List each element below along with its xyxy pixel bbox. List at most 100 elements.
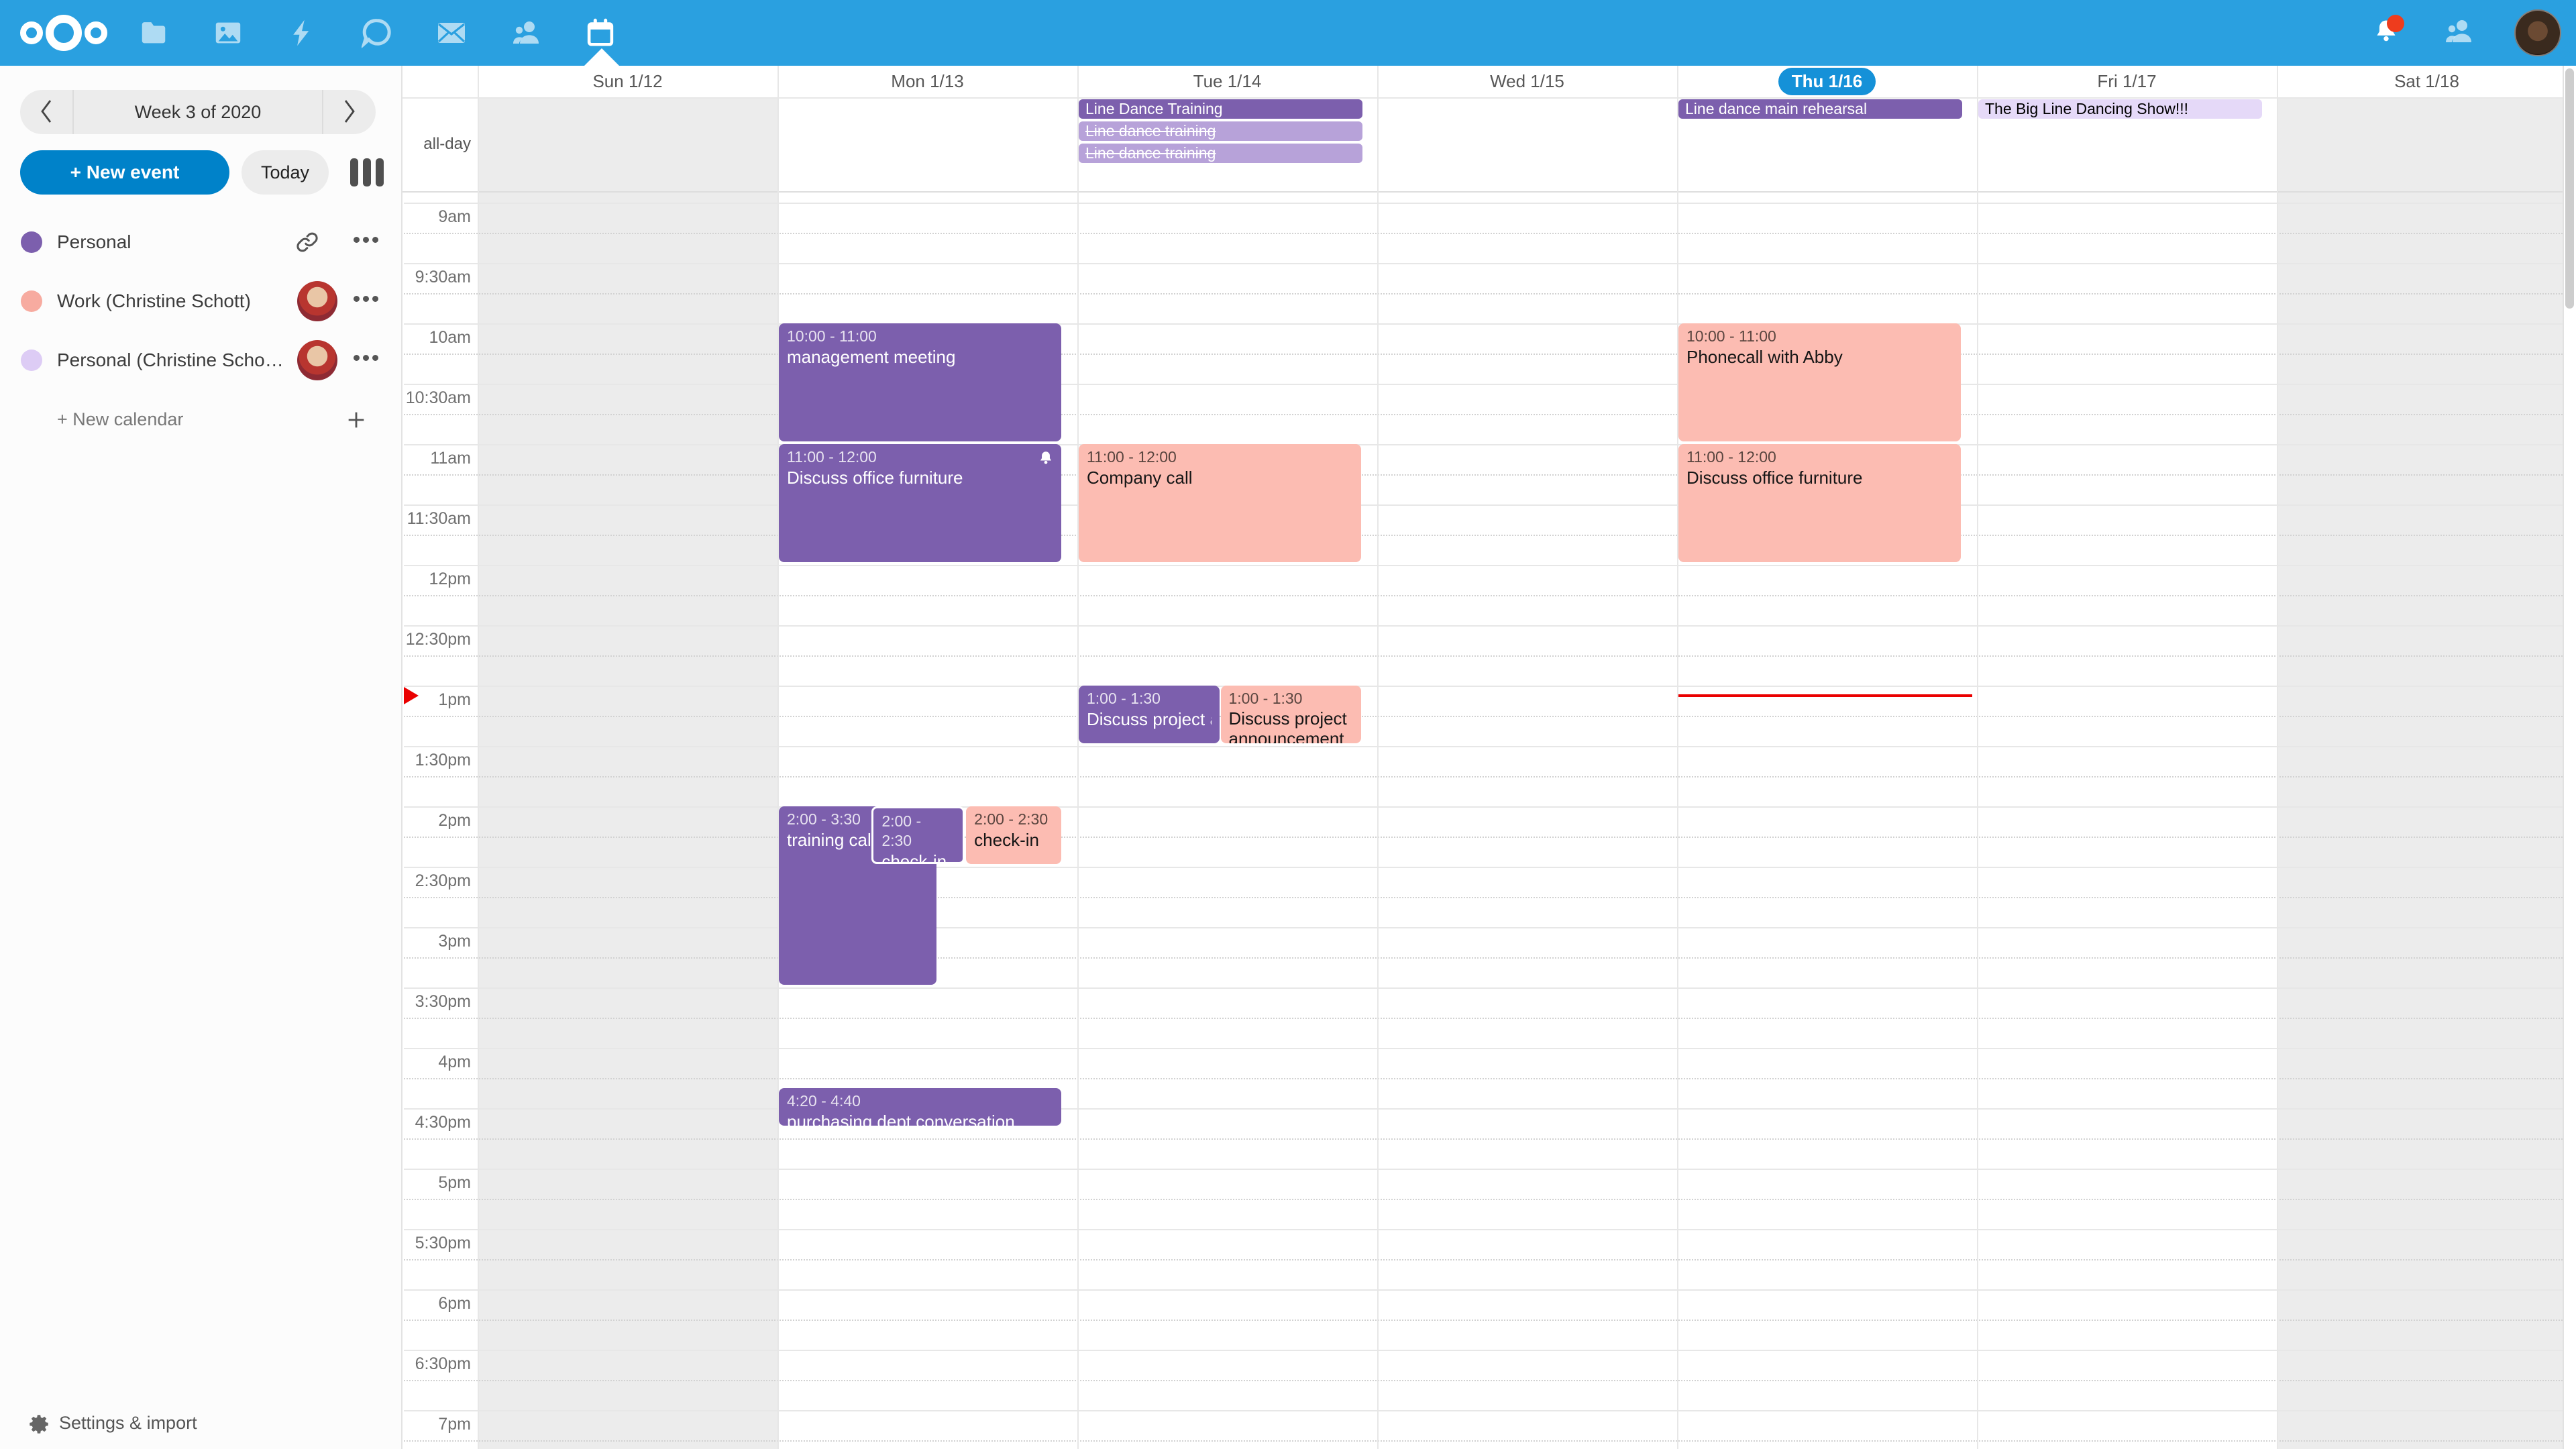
column-divider	[2277, 66, 2278, 1449]
app-talk[interactable]	[361, 17, 393, 49]
time-label: 1:30pm	[404, 751, 471, 770]
new-event-button[interactable]: + New event	[20, 150, 229, 195]
contacts-menu-button[interactable]	[2442, 16, 2475, 50]
plus-icon	[345, 409, 368, 436]
calendar-grid: Sun 1/12Mon 1/13 Tue 1/14 Wed 1/15Thu 1/16…	[402, 66, 2576, 1449]
quarter-hour-gridline	[404, 1018, 2576, 1019]
event-title: check-in	[881, 851, 955, 864]
calendar-actions-menu-icon[interactable]	[354, 237, 378, 243]
half-hour-gridline	[404, 1410, 2576, 1411]
time-label: 12:30pm	[404, 630, 471, 649]
event-title: purchasing dept conversation	[787, 1111, 1053, 1126]
week-navigation: Week 3 of 2020	[20, 90, 376, 134]
quarter-hour-gridline	[404, 1380, 2576, 1381]
week-label[interactable]: Week 3 of 2020	[74, 102, 322, 123]
app-mail[interactable]	[435, 17, 468, 49]
time-label: 12pm	[404, 570, 471, 589]
day-header-label: Tue 1/14	[1193, 71, 1262, 92]
event-title: check-in	[974, 829, 1053, 851]
event[interactable]: 1:00 - 1:30Discuss project announcement	[1221, 686, 1362, 743]
new-calendar-button[interactable]: + New calendar	[0, 398, 402, 445]
today-button[interactable]: Today	[241, 150, 329, 195]
half-hour-gridline	[404, 1169, 2576, 1170]
week-view-toggle-icon[interactable]	[350, 158, 384, 186]
current-time-arrow-icon	[404, 687, 419, 704]
app-photos[interactable]	[212, 17, 244, 49]
time-label: 5pm	[404, 1173, 471, 1193]
settings-import-button[interactable]: Settings & import	[0, 1401, 402, 1449]
column-divider	[1677, 66, 1678, 1449]
previous-week-button[interactable]	[20, 90, 74, 134]
quarter-hour-gridline	[404, 1078, 2576, 1079]
app-calendar[interactable]	[584, 17, 616, 49]
header-divider	[402, 97, 2576, 99]
day-header-sat[interactable]: Sat 1/18	[2277, 66, 2576, 97]
event[interactable]: 10:00 - 11:00Phonecall with Abby	[1678, 323, 1961, 441]
event[interactable]: 10:00 - 11:00management meeting	[779, 323, 1061, 441]
event[interactable]: 1:00 - 1:30Discuss project announcement	[1079, 686, 1220, 743]
allday-divider	[402, 191, 2576, 193]
event[interactable]: 2:00 - 2:30check-in	[966, 806, 1061, 864]
quarter-hour-gridline	[404, 414, 2576, 415]
day-header-fri[interactable]: Fri 1/17	[1977, 66, 2277, 97]
half-hour-gridline	[404, 1350, 2576, 1351]
event[interactable]: 4:20 - 4:40purchasing dept conversation	[779, 1088, 1061, 1126]
weekend-column-background	[2277, 193, 2576, 1449]
calendar-item-work-christine-schott[interactable]: Work (Christine Schott)	[0, 272, 402, 331]
event[interactable]: 2:00 - 2:30check-in	[871, 806, 965, 864]
calendar-color-dot	[21, 290, 42, 312]
event[interactable]: 11:00 - 12:00Company call	[1079, 444, 1361, 562]
allday-event[interactable]: Line Dance Training	[1079, 99, 1362, 119]
day-header-thu[interactable]: Thu 1/16	[1677, 66, 1977, 97]
app-activity[interactable]	[286, 17, 319, 49]
logo-circle	[20, 21, 43, 44]
event-title: Phonecall with Abby	[1686, 346, 1953, 368]
quarter-hour-gridline	[404, 293, 2576, 294]
event-time: 2:00 - 2:30	[974, 810, 1053, 829]
next-week-button[interactable]	[322, 90, 376, 134]
user-avatar[interactable]	[2514, 9, 2561, 56]
logo-circle	[85, 21, 107, 44]
half-hour-gridline	[404, 1289, 2576, 1291]
day-header-mon[interactable]: Mon 1/13	[777, 66, 1077, 97]
half-hour-gridline	[404, 867, 2576, 868]
allday-event[interactable]: Line dance main rehearsal	[1678, 99, 1962, 119]
day-header-wed[interactable]: Wed 1/15	[1377, 66, 1677, 97]
day-header-tue[interactable]: Tue 1/14	[1077, 66, 1377, 97]
photos-icon	[213, 17, 244, 48]
half-hour-gridline	[404, 323, 2576, 325]
app-contacts[interactable]	[510, 17, 542, 49]
quarter-hour-gridline	[404, 1320, 2576, 1321]
allday-event[interactable]: Line dance training	[1079, 144, 1362, 163]
nextcloud-logo-icon[interactable]	[20, 15, 107, 51]
calendar-actions-menu-icon[interactable]	[354, 355, 378, 361]
calendar-actions-menu-icon[interactable]	[354, 296, 378, 302]
event[interactable]: 11:00 - 12:00Discuss office furniture	[779, 444, 1061, 562]
time-label: 9:30am	[404, 268, 471, 287]
event-title: Discuss project announcement	[1087, 708, 1212, 730]
allday-event[interactable]: Line dance training	[1079, 121, 1362, 141]
event[interactable]: 11:00 - 12:00Discuss office furniture	[1678, 444, 1961, 562]
reminder-bell-icon	[1037, 449, 1055, 470]
day-header-sun[interactable]: Sun 1/12	[478, 66, 777, 97]
time-label: 5:30pm	[404, 1234, 471, 1253]
new-calendar-label: + New calendar	[57, 409, 183, 430]
scrollbar-thumb[interactable]	[2565, 68, 2574, 309]
notifications-button[interactable]	[2369, 16, 2403, 50]
calendar-name: Personal	[57, 231, 282, 253]
half-hour-gridline	[404, 987, 2576, 989]
app-files[interactable]	[138, 17, 170, 49]
event-title: Discuss office furniture	[787, 467, 1053, 488]
quarter-hour-gridline	[404, 1259, 2576, 1260]
event-time: 11:00 - 12:00	[787, 447, 1053, 467]
calendar-item-personal-christine-schott[interactable]: Personal (Christine Scho…	[0, 331, 402, 390]
event-time: 1:00 - 1:30	[1229, 689, 1354, 708]
column-divider	[1377, 66, 1379, 1449]
share-link-icon[interactable]	[295, 230, 319, 258]
allday-event[interactable]: The Big Line Dancing Show!!!	[1978, 99, 2262, 119]
quarter-hour-gridline	[404, 655, 2576, 657]
allday-label: all-day	[404, 135, 471, 154]
time-label: 6pm	[404, 1294, 471, 1313]
time-label: 6:30pm	[404, 1354, 471, 1374]
calendar-item-personal[interactable]: Personal	[0, 213, 402, 272]
